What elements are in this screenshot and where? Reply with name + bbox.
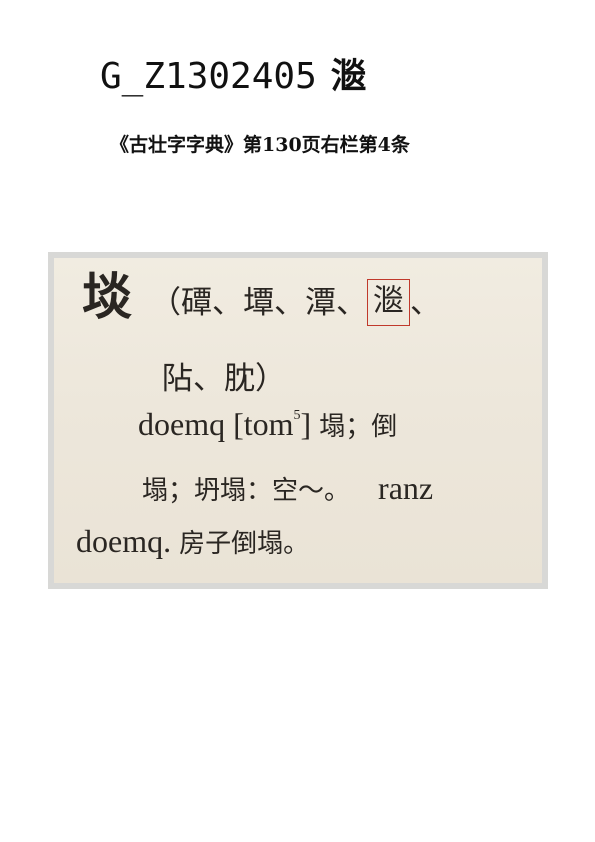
variant-list: （磹、墰、潭、㴴、 [150, 279, 441, 326]
ipa-open: [tom [233, 406, 294, 442]
ipa-close: ] [300, 406, 312, 442]
example-short: 空～。 [272, 476, 351, 506]
example-line: doemq. 房子倒塌。 [76, 523, 309, 560]
gloss-1: 塌；倒 [319, 412, 398, 442]
example-gloss: 房子倒塌。 [179, 529, 310, 559]
variants-close: 、 [410, 285, 441, 321]
glyph-character: 㴴 [330, 55, 367, 97]
dictionary-scan: 埮 （磹、墰、潭、㴴、 阽、䏙） doemq [tom5] 塌；倒 塌；坍塌：空… [48, 252, 548, 589]
ipa-tone: 5 [293, 408, 301, 423]
example-latin-2: doemq. [76, 523, 172, 559]
ipa: [tom5] [233, 406, 311, 442]
gloss-2: 塌；坍塌： [142, 476, 273, 506]
example-latin: ranz [378, 470, 434, 506]
pronunciation-line: doemq [tom5] 塌；倒 [138, 406, 397, 443]
romanization: doemq [138, 406, 226, 442]
source-citation: 《古壮字字典》第130页右栏第4条 [110, 134, 410, 156]
glyph-code: G_Z1302405 [100, 56, 317, 97]
gloss-line: 塌；坍塌：空～。 ranz [142, 470, 433, 507]
highlighted-variant: 㴴 [367, 279, 410, 326]
variants-open: （磹、墰、潭、 [150, 285, 367, 321]
entry-headword: 埮 [82, 267, 132, 326]
scan-paper: 埮 （磹、墰、潭、㴴、 阽、䏙） doemq [tom5] 塌；倒 塌；坍塌：空… [54, 258, 542, 583]
variant-list-cont: 阽、䏙） [162, 361, 286, 397]
glyph-code-title: G_Z1302405 㴴 [100, 58, 367, 95]
